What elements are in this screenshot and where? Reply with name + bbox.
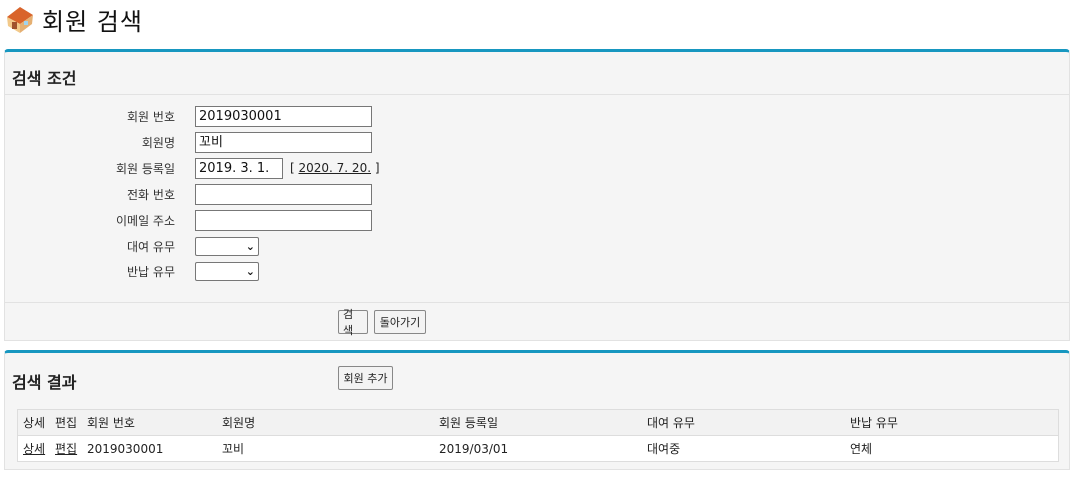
column-header: 반납 유무 xyxy=(850,416,898,430)
column-header: 상세 xyxy=(23,416,46,430)
edit-cell: 편집 xyxy=(50,440,82,457)
registration-date-to-link[interactable]: 2020. 7. 20. xyxy=(299,161,372,175)
phone-input[interactable] xyxy=(195,183,372,205)
column-header: 대여 유무 xyxy=(647,416,695,430)
email-row: 이메일 주소 xyxy=(5,209,372,231)
email-input[interactable] xyxy=(195,209,372,231)
divider xyxy=(5,302,1069,303)
bracket-close: ] xyxy=(371,161,380,175)
add-member-button[interactable]: 회원 추가 xyxy=(338,366,393,390)
search-criteria-title: 검색 조건 xyxy=(12,69,77,88)
rental-status-select[interactable]: ⌄ xyxy=(195,236,259,256)
member-number-label: 회원 번호 xyxy=(127,109,175,124)
bracket-open: [ xyxy=(290,161,299,175)
registration-date-from-input[interactable]: 2019. 3. 1. xyxy=(195,157,283,179)
detail-link[interactable]: 상세 xyxy=(23,442,45,456)
rental-status-cell: 대여중 xyxy=(647,442,681,456)
phone-label: 전화 번호 xyxy=(127,187,175,202)
rental-status-row: 대여 유무 ⌄ xyxy=(5,235,259,257)
return-status-select[interactable]: ⌄ xyxy=(195,261,259,281)
column-header: 회원명 xyxy=(222,416,256,430)
search-results-title: 검색 결과 xyxy=(12,373,77,392)
results-table: 상세 편집 회원 번호 회원명 회원 등록일 대여 유무 반납 유무 상세 편집… xyxy=(17,409,1059,462)
member-number-input[interactable]: 2019030001 xyxy=(195,105,372,127)
column-header: 편집 xyxy=(55,416,78,430)
return-status-row: 반납 유무 ⌄ xyxy=(5,260,259,282)
registration-date-row: 회원 등록일 2019. 3. 1. [ 2020. 7. 20. ] xyxy=(5,157,380,179)
registration-date-cell: 2019/03/01 xyxy=(439,441,509,456)
registration-date-label: 회원 등록일 xyxy=(115,161,175,176)
table-header-row: 상세 편집 회원 번호 회원명 회원 등록일 대여 유무 반납 유무 xyxy=(18,410,1058,436)
member-number-row: 회원 번호 2019030001 xyxy=(5,105,372,127)
search-criteria-panel: 검색 조건 회원 번호 2019030001 회원명 꼬비 회원 등록일 201… xyxy=(4,49,1070,341)
search-button[interactable]: 검색 xyxy=(338,308,368,337)
rental-status-label: 대여 유무 xyxy=(127,239,175,254)
page-title: 회원 검색 xyxy=(42,7,143,36)
member-number-cell: 2019030001 xyxy=(87,441,164,456)
chevron-down-icon: ⌄ xyxy=(245,239,255,253)
return-status-cell: 연체 xyxy=(850,442,873,456)
back-button[interactable]: 돌아가기 xyxy=(374,310,426,334)
search-results-panel: 검색 결과 회원 추가 상세 편집 회원 번호 회원명 회원 등록일 대여 유무… xyxy=(4,350,1070,470)
house-icon xyxy=(4,4,36,34)
table-row: 상세 편집 2019030001 꼬비 2019/03/01 대여중 연체 xyxy=(18,436,1058,461)
member-name-input[interactable]: 꼬비 xyxy=(195,131,372,153)
chevron-down-icon: ⌄ xyxy=(245,264,255,278)
phone-row: 전화 번호 xyxy=(5,183,372,205)
page-header: 회원 검색 xyxy=(4,2,143,36)
divider xyxy=(5,94,1069,95)
return-status-label: 반납 유무 xyxy=(127,264,175,279)
member-name-cell: 꼬비 xyxy=(222,442,245,456)
detail-cell: 상세 xyxy=(18,440,50,457)
member-name-row: 회원명 꼬비 xyxy=(5,131,372,153)
column-header: 회원 등록일 xyxy=(439,416,499,430)
email-label: 이메일 주소 xyxy=(115,213,175,228)
edit-link[interactable]: 편집 xyxy=(55,442,77,456)
column-header: 회원 번호 xyxy=(87,416,135,430)
registration-date-to: [ 2020. 7. 20. ] xyxy=(290,161,380,175)
member-name-label: 회원명 xyxy=(141,135,175,150)
